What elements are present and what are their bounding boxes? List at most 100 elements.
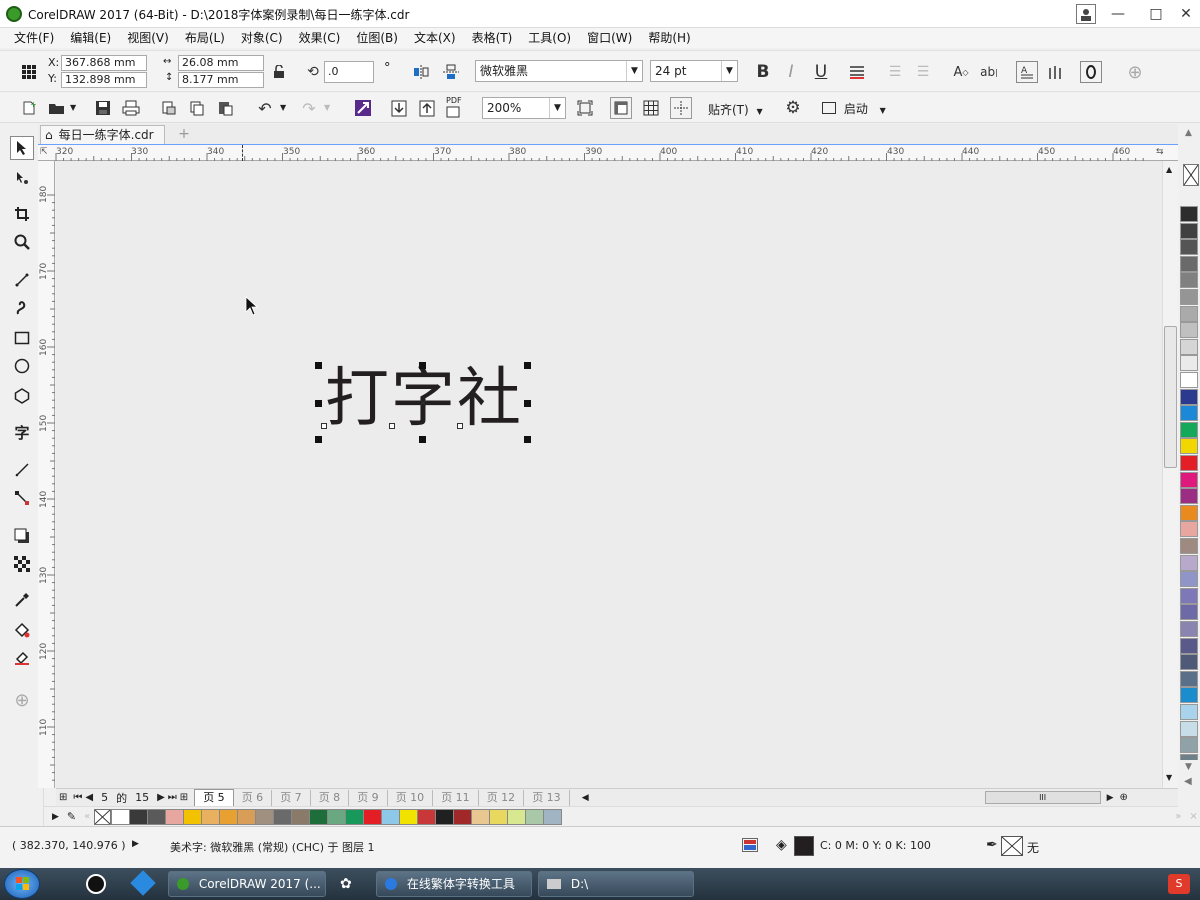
text-node-handle[interactable]	[321, 423, 327, 429]
page-tab-6[interactable]: 页 6	[234, 789, 273, 806]
document-palette-swatch[interactable]	[291, 808, 311, 825]
next-page-icon[interactable]: ▶	[157, 792, 165, 803]
user-account-icon[interactable]	[1076, 4, 1096, 24]
fill-color-swatch[interactable]	[794, 836, 814, 856]
document-palette-swatch[interactable]	[327, 808, 347, 825]
tray-app-icon[interactable]: S	[1168, 874, 1190, 894]
menu-bitmaps[interactable]: 位图(B)	[348, 28, 406, 48]
text-tool-icon[interactable]: 字	[10, 420, 34, 444]
document-palette-swatch[interactable]	[453, 808, 473, 825]
palette-swatch[interactable]	[1180, 388, 1198, 405]
palette-swatch[interactable]	[1180, 255, 1198, 272]
scrollbar-thumb[interactable]	[1164, 326, 1177, 468]
palette-swatch[interactable]	[1180, 737, 1198, 754]
palette-swatch[interactable]	[1180, 587, 1198, 604]
page-tab-7[interactable]: 页 7	[272, 789, 311, 806]
full-screen-icon[interactable]	[574, 97, 596, 119]
document-palette-swatch[interactable]	[507, 808, 527, 825]
font-size-select[interactable]: 24 pt ▼	[650, 60, 738, 82]
scroll-down-arrow-icon[interactable]: ▼	[1166, 773, 1172, 782]
add-icon[interactable]: ⊕	[1124, 61, 1146, 83]
export-icon[interactable]	[416, 97, 438, 119]
color-proof-icon[interactable]	[742, 838, 758, 852]
document-palette-swatch[interactable]	[363, 808, 383, 825]
palette-swatch[interactable]	[1180, 322, 1198, 339]
page-tab-8[interactable]: 页 8	[311, 789, 350, 806]
taskbar-item-coreldraw[interactable]: CorelDRAW 2017 (...	[168, 871, 326, 897]
rectangle-tool-icon[interactable]	[10, 326, 34, 350]
text-node-handle[interactable]	[457, 423, 463, 429]
menu-view[interactable]: 视图(V)	[119, 28, 177, 48]
launch-button[interactable]: 启动 ▼	[822, 100, 886, 117]
smart-fill-tool-icon[interactable]	[10, 646, 34, 670]
document-palette-swatch[interactable]	[489, 808, 509, 825]
taskbar-item-converter[interactable]: 在线繁体字转换工具	[376, 871, 532, 897]
palette-swatch[interactable]	[1180, 206, 1198, 222]
vertical-ruler[interactable]: 180 170 160 150 140 130 120 110	[38, 161, 55, 788]
horizontal-text-icon[interactable]: A	[1016, 61, 1038, 83]
menu-layout[interactable]: 布局(L)	[177, 28, 233, 48]
add-tool-icon[interactable]: ⊕	[10, 688, 34, 712]
save-icon[interactable]	[92, 97, 114, 119]
selection-handle[interactable]	[419, 436, 426, 443]
lock-ratio-icon[interactable]	[268, 61, 290, 83]
drop-cap-icon[interactable]: ☰	[912, 61, 934, 83]
document-palette-swatch[interactable]	[219, 808, 239, 825]
eyedropper-tool-icon[interactable]	[10, 588, 34, 612]
document-palette-swatch[interactable]	[165, 808, 185, 825]
outline-color-swatch[interactable]	[1001, 836, 1023, 856]
crop-tool-icon[interactable]	[10, 202, 34, 226]
maximize-button[interactable]: □	[1142, 2, 1170, 26]
selection-handle[interactable]	[524, 362, 531, 369]
palette-swatch[interactable]	[1180, 571, 1198, 588]
selection-handle[interactable]	[315, 436, 322, 443]
document-palette-swatch[interactable]	[525, 808, 545, 825]
new-tab-button[interactable]: +	[176, 125, 192, 143]
pick-tool-icon[interactable]	[10, 136, 34, 160]
palette-swatch[interactable]	[1180, 704, 1198, 720]
undo-icon[interactable]: ↶	[254, 97, 276, 119]
menu-window[interactable]: 窗口(W)	[579, 28, 640, 48]
artistic-media-tool-icon[interactable]	[10, 296, 34, 320]
page-tab-5[interactable]: 页 5	[194, 788, 234, 807]
document-palette-swatch[interactable]	[111, 808, 131, 825]
palette-swatch[interactable]	[1180, 222, 1198, 239]
rulers-icon[interactable]	[610, 97, 632, 119]
minimize-button[interactable]: —	[1104, 2, 1132, 26]
text-node-handle[interactable]	[389, 423, 395, 429]
document-palette-swatch[interactable]	[399, 808, 419, 825]
document-palette-swatch[interactable]	[255, 808, 275, 825]
palette-swatch[interactable]	[1180, 538, 1198, 554]
palette-swatch[interactable]	[1180, 272, 1198, 289]
ellipse-tool-icon[interactable]	[10, 354, 34, 378]
x-position-field[interactable]: 367.868 mm	[61, 55, 147, 71]
selection-handle[interactable]	[315, 400, 322, 407]
qq-icon[interactable]	[86, 874, 106, 894]
document-palette-swatch[interactable]	[201, 808, 221, 825]
grid-icon[interactable]	[640, 97, 662, 119]
first-page-icon[interactable]: ⏮	[73, 792, 82, 803]
palette-swatch[interactable]	[1180, 421, 1198, 438]
palette-play-icon[interactable]: ▶	[52, 812, 59, 822]
palette-swatch[interactable]	[1180, 338, 1198, 355]
polygon-tool-icon[interactable]	[10, 384, 34, 408]
palette-swatch[interactable]	[1180, 355, 1198, 372]
chevron-down-icon[interactable]: ▼	[280, 103, 286, 112]
vertical-scrollbar[interactable]: ▲ ▼	[1162, 161, 1178, 788]
import-icon[interactable]	[388, 97, 410, 119]
palette-swatch[interactable]	[1180, 289, 1198, 305]
document-tab[interactable]: ⌂ 每日一练字体.cdr	[40, 125, 165, 144]
redo-icon[interactable]: ↷	[298, 97, 320, 119]
object-origin-icon[interactable]	[18, 61, 40, 83]
chevron-right-icon[interactable]: »	[1175, 811, 1181, 822]
document-palette-swatch[interactable]	[147, 808, 167, 825]
palette-swatch[interactable]	[1180, 239, 1198, 256]
palette-swatch[interactable]	[1180, 720, 1198, 737]
zoom-navigator-icon[interactable]: ⊕	[1120, 792, 1128, 803]
copy-icon[interactable]	[186, 97, 208, 119]
palette-swatch[interactable]	[1180, 521, 1198, 538]
page-tab-13[interactable]: 页 13	[524, 789, 570, 806]
gear-icon[interactable]: ⚙	[782, 97, 804, 119]
bold-button[interactable]: B	[752, 61, 774, 83]
palette-swatch[interactable]	[1180, 687, 1198, 704]
